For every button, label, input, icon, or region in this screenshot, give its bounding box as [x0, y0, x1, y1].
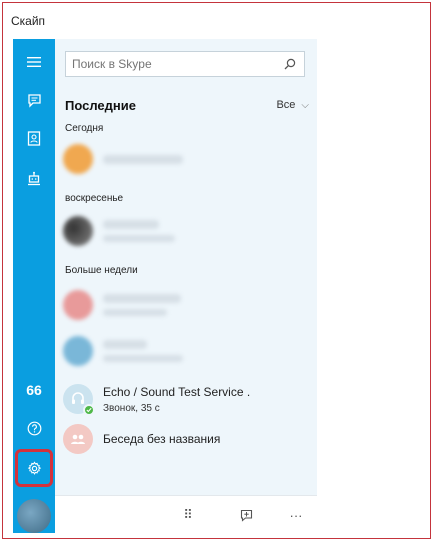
blurred-name [103, 294, 181, 303]
title-bar: Скайп [3, 3, 430, 39]
contact-echo[interactable]: Echo / Sound Test Service . Звонок, 35 с [63, 379, 309, 419]
chats-button[interactable] [13, 83, 55, 117]
group-icon [71, 434, 85, 444]
new-chat-icon [240, 509, 252, 522]
settings-highlight-frame [15, 449, 53, 487]
contact-name: Echo / Sound Test Service . [103, 384, 251, 399]
section-older: Больше недели [65, 265, 138, 276]
contacts-icon [27, 130, 41, 146]
avatar [63, 336, 93, 366]
contact-group-chat[interactable]: Беседа без названия [63, 419, 309, 459]
bot-icon [28, 171, 40, 185]
contacts-button[interactable] [13, 121, 55, 155]
avatar [63, 216, 93, 246]
content-pane [317, 39, 430, 533]
blurred-subtitle [103, 309, 167, 316]
menu-button[interactable] [13, 45, 55, 79]
search-icon[interactable] [282, 56, 298, 72]
contact-item[interactable] [63, 331, 309, 371]
blurred-subtitle [103, 235, 175, 242]
blurred-name [103, 220, 159, 229]
bots-button[interactable] [13, 161, 55, 195]
contact-item[interactable] [63, 285, 309, 325]
contact-subtitle: Звонок, 35 с [103, 402, 160, 414]
skype-window: Скайп 66 Поиск в Skype Последние Все ⌵ С… [2, 2, 431, 539]
recent-panel: Последние Все ⌵ Сегодня воскресенье Боль… [55, 39, 317, 533]
blurred-name [103, 154, 183, 164]
new-chat-button[interactable] [237, 506, 255, 524]
more-options-icon[interactable]: ··· [287, 506, 305, 524]
menu-icon [27, 57, 41, 67]
recent-title: Последние [65, 97, 136, 113]
blurred-subtitle [103, 355, 183, 362]
mood-icon: 66 [26, 382, 42, 398]
dialpad-icon[interactable]: ⠿ [179, 506, 197, 524]
filter-label: Все [276, 99, 296, 111]
help-button[interactable] [13, 411, 55, 445]
profile-avatar[interactable] [17, 499, 51, 533]
contact-name: Беседа без названия [103, 432, 221, 446]
mood-button[interactable]: 66 [13, 373, 55, 407]
section-sunday: воскресенье [65, 193, 124, 204]
window-title: Скайп [11, 14, 46, 28]
avatar [63, 290, 93, 320]
section-today: Сегодня [65, 123, 104, 134]
chevron-down-icon: ⌵ [301, 99, 309, 111]
recent-filter-dropdown[interactable]: Все ⌵ [276, 99, 309, 111]
help-icon [27, 421, 41, 435]
echo-avatar [63, 384, 95, 416]
online-status-icon [83, 404, 95, 416]
headset-icon [72, 392, 84, 404]
search-input[interactable] [72, 57, 282, 71]
chat-icon [27, 93, 41, 108]
contact-item[interactable] [63, 139, 309, 179]
search-box[interactable] [65, 51, 305, 77]
group-avatar [63, 424, 93, 454]
bottom-toolbar: ⠿ ··· [55, 495, 317, 533]
blurred-name [103, 340, 147, 349]
recent-header: Последние Все ⌵ [65, 95, 309, 115]
contact-item[interactable] [63, 211, 309, 251]
avatar [63, 144, 93, 174]
sidebar: 66 [13, 39, 55, 533]
